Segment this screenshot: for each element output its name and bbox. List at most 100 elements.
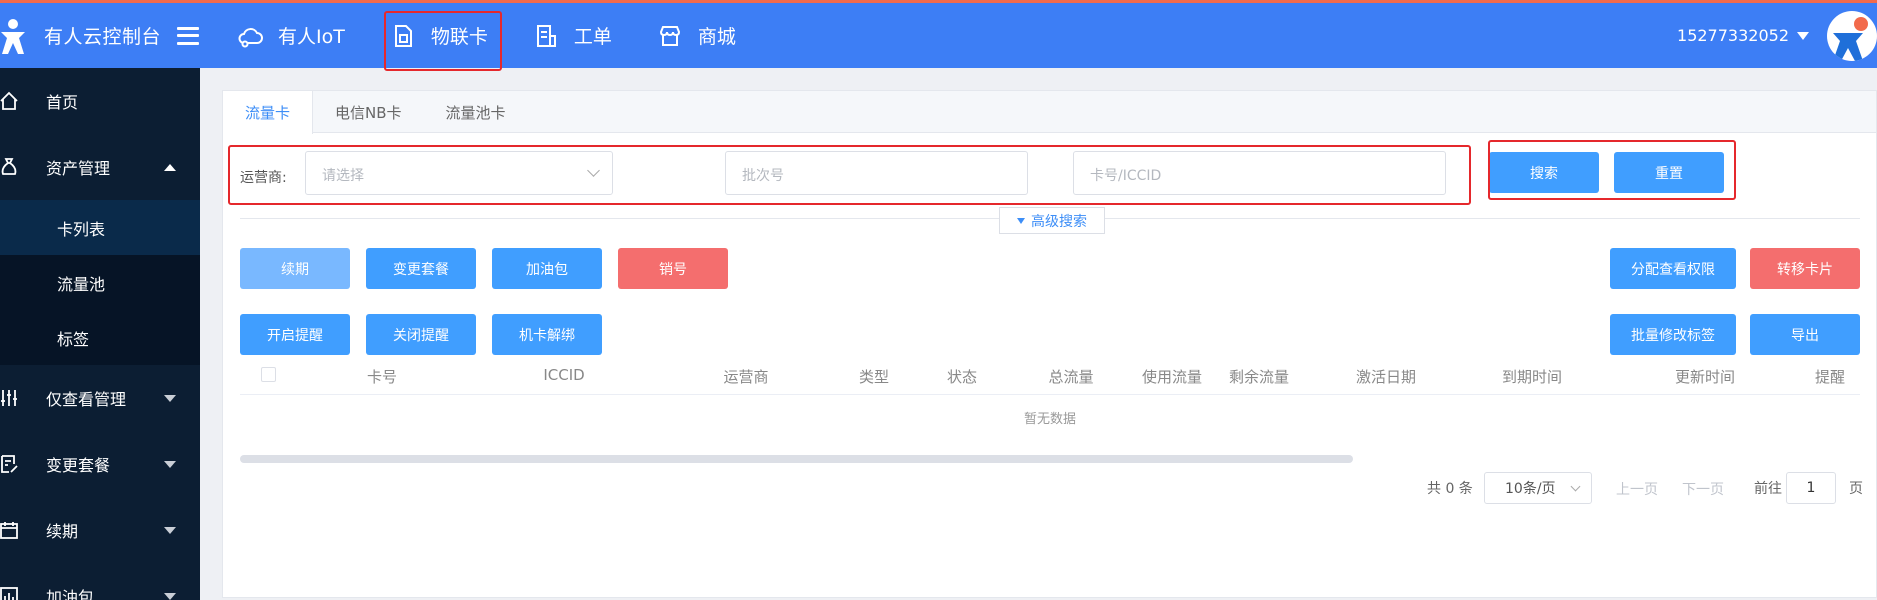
sidebar-item-view-mgmt[interactable]: 仅查看管理 xyxy=(0,365,200,431)
card-placeholder: 卡号/ICCID xyxy=(1090,168,1162,184)
advanced-search-toggle[interactable]: 高级搜索 xyxy=(999,207,1105,234)
user-menu[interactable]: 15277332052 xyxy=(1677,3,1877,68)
column-header: 剩余流量 xyxy=(1228,368,1290,386)
operator-placeholder: 请选择 xyxy=(322,168,364,184)
caret-down-icon xyxy=(164,527,176,534)
sidebar-item-label: 仅查看管理 xyxy=(46,390,127,409)
operator-select[interactable]: 请选择 xyxy=(305,151,613,195)
select-all-checkbox[interactable] xyxy=(261,367,276,382)
topnav-ticket[interactable]: 工单 xyxy=(532,3,612,68)
topnav-label: 有人IoT xyxy=(278,26,345,48)
caret-down-icon xyxy=(1797,31,1809,40)
card-iccid-input[interactable]: 卡号/ICCID xyxy=(1073,151,1446,195)
export-button[interactable]: 导出 xyxy=(1750,314,1860,355)
top-bar: 有人云控制台 有人IoT 物联卡 工单 商城 15277332052 xyxy=(0,0,1877,68)
home-icon xyxy=(0,90,20,112)
advanced-search-label: 高级搜索 xyxy=(1031,213,1087,230)
horizontal-scrollbar[interactable] xyxy=(240,455,1860,463)
sidebar-item-traffic-pool[interactable]: 流量池 xyxy=(0,255,200,310)
column-header: 提醒 xyxy=(1814,368,1846,386)
unbind-device-button[interactable]: 机卡解绑 xyxy=(492,314,602,355)
scrollbar-thumb[interactable] xyxy=(240,455,1353,463)
topnav-label: 工单 xyxy=(573,26,612,48)
reset-button[interactable]: 重置 xyxy=(1614,152,1724,193)
close-alert-button[interactable]: 关闭提醒 xyxy=(366,314,476,355)
sidebar-item-label: 加油包 xyxy=(46,588,95,600)
caret-down-icon xyxy=(164,461,176,468)
tab-traffic-card[interactable]: 流量卡 xyxy=(223,91,314,134)
topnav-label: 物联卡 xyxy=(430,26,488,48)
sidebar-item-label: 续期 xyxy=(46,522,79,541)
caret-down-icon xyxy=(1017,217,1025,224)
prev-page-button[interactable]: 上一页 xyxy=(1616,479,1658,499)
cloud-icon xyxy=(238,27,263,47)
page-size-value: 10条/页 xyxy=(1505,481,1556,497)
sidebar-item-tags[interactable]: 标签 xyxy=(0,310,200,365)
money-bag-icon xyxy=(0,156,20,178)
caret-down-icon xyxy=(164,593,176,600)
shop-icon xyxy=(659,25,680,46)
column-header: 到期时间 xyxy=(1501,368,1563,386)
topnav-iot[interactable]: 有人IoT xyxy=(236,3,345,68)
sidebar-item-label: 变更套餐 xyxy=(46,456,111,475)
pagination-total: 共 0 条 xyxy=(1427,481,1473,497)
next-page-button[interactable]: 下一页 xyxy=(1682,479,1724,499)
batch-edit-tags-button[interactable]: 批量修改标签 xyxy=(1610,314,1736,355)
sidebar-item-home[interactable]: 首页 xyxy=(0,68,200,134)
batch-placeholder: 批次号 xyxy=(742,168,784,184)
sidebar: 首页 资产管理 卡列表 流量池 标签 仅查看管理 变更套餐 续期 加油包 xyxy=(0,68,200,600)
logo-icon xyxy=(1,18,25,54)
calendar-icon xyxy=(0,519,20,541)
goto-label: 前往 xyxy=(1754,481,1782,497)
column-header: 更新时间 xyxy=(1674,368,1736,386)
change-plan-button[interactable]: 变更套餐 xyxy=(366,248,476,289)
sidebar-item-change-plan[interactable]: 变更套餐 xyxy=(0,431,200,497)
chevron-down-icon xyxy=(1570,481,1581,492)
user-name: 15277332052 xyxy=(1677,26,1789,45)
main-panel: 流量卡 电信NB卡 流量池卡 运营商: 请选择 批次号 卡号/ICCID 搜索 … xyxy=(222,90,1877,598)
sidebar-item-assets[interactable]: 资产管理 xyxy=(0,134,200,200)
column-header: 运营商 xyxy=(723,368,769,386)
bar-chart-icon xyxy=(0,585,20,600)
brand[interactable]: 有人云控制台 xyxy=(0,3,200,68)
assign-view-permission-button[interactable]: 分配查看权限 xyxy=(1610,248,1736,289)
avatar-logo-icon xyxy=(1833,16,1868,61)
column-header: 类型 xyxy=(858,368,890,386)
batch-number-input[interactable]: 批次号 xyxy=(725,151,1028,195)
search-button[interactable]: 搜索 xyxy=(1489,152,1599,193)
topnav-shop[interactable]: 商城 xyxy=(656,3,736,68)
column-header: 卡号 xyxy=(366,368,398,386)
edit-document-icon xyxy=(0,453,20,475)
topnav-sim-card[interactable]: 物联卡 xyxy=(389,3,488,68)
sidebar-item-card-list[interactable]: 卡列表 xyxy=(0,200,200,255)
column-header: ICCID xyxy=(543,366,585,384)
operator-label: 运营商: xyxy=(240,170,287,186)
cancel-number-button[interactable]: 销号 xyxy=(618,248,728,289)
page-number-input[interactable]: 1 xyxy=(1786,472,1836,504)
addon-button[interactable]: 加油包 xyxy=(492,248,602,289)
assets-submenu: 卡列表 流量池 标签 xyxy=(0,200,200,365)
menu-toggle-icon[interactable] xyxy=(177,26,200,45)
column-header: 状态 xyxy=(946,368,978,386)
renew-button[interactable]: 续期 xyxy=(240,248,350,289)
sidebar-item-label: 资产管理 xyxy=(46,159,111,178)
sidebar-item-label: 首页 xyxy=(46,93,79,112)
avatar[interactable] xyxy=(1827,10,1877,61)
tab-traffic-pool-card[interactable]: 流量池卡 xyxy=(424,91,528,133)
tab-telecom-nb-card[interactable]: 电信NB卡 xyxy=(313,91,424,133)
topnav-label: 商城 xyxy=(697,26,736,48)
table-header: 卡号 ICCID 运营商 类型 状态 总流量 使用流量 剩余流量 激活日期 到期… xyxy=(240,353,1860,395)
transfer-card-button[interactable]: 转移卡片 xyxy=(1750,248,1860,289)
page-size-select[interactable]: 10条/页 xyxy=(1484,472,1592,504)
column-header: 激活日期 xyxy=(1355,368,1417,386)
sidebar-item-addon[interactable]: 加油包 xyxy=(0,563,200,600)
top-nav: 有人IoT 物联卡 工单 商城 xyxy=(236,3,780,68)
open-alert-button[interactable]: 开启提醒 xyxy=(240,314,350,355)
column-header: 总流量 xyxy=(1048,368,1094,386)
sidebar-item-renew[interactable]: 续期 xyxy=(0,497,200,563)
page-unit-label: 页 xyxy=(1849,481,1863,497)
app-title: 有人云控制台 xyxy=(44,26,162,48)
column-header: 使用流量 xyxy=(1141,368,1203,386)
ticket-icon xyxy=(536,24,556,47)
card-type-tabs: 流量卡 电信NB卡 流量池卡 xyxy=(223,91,1876,134)
